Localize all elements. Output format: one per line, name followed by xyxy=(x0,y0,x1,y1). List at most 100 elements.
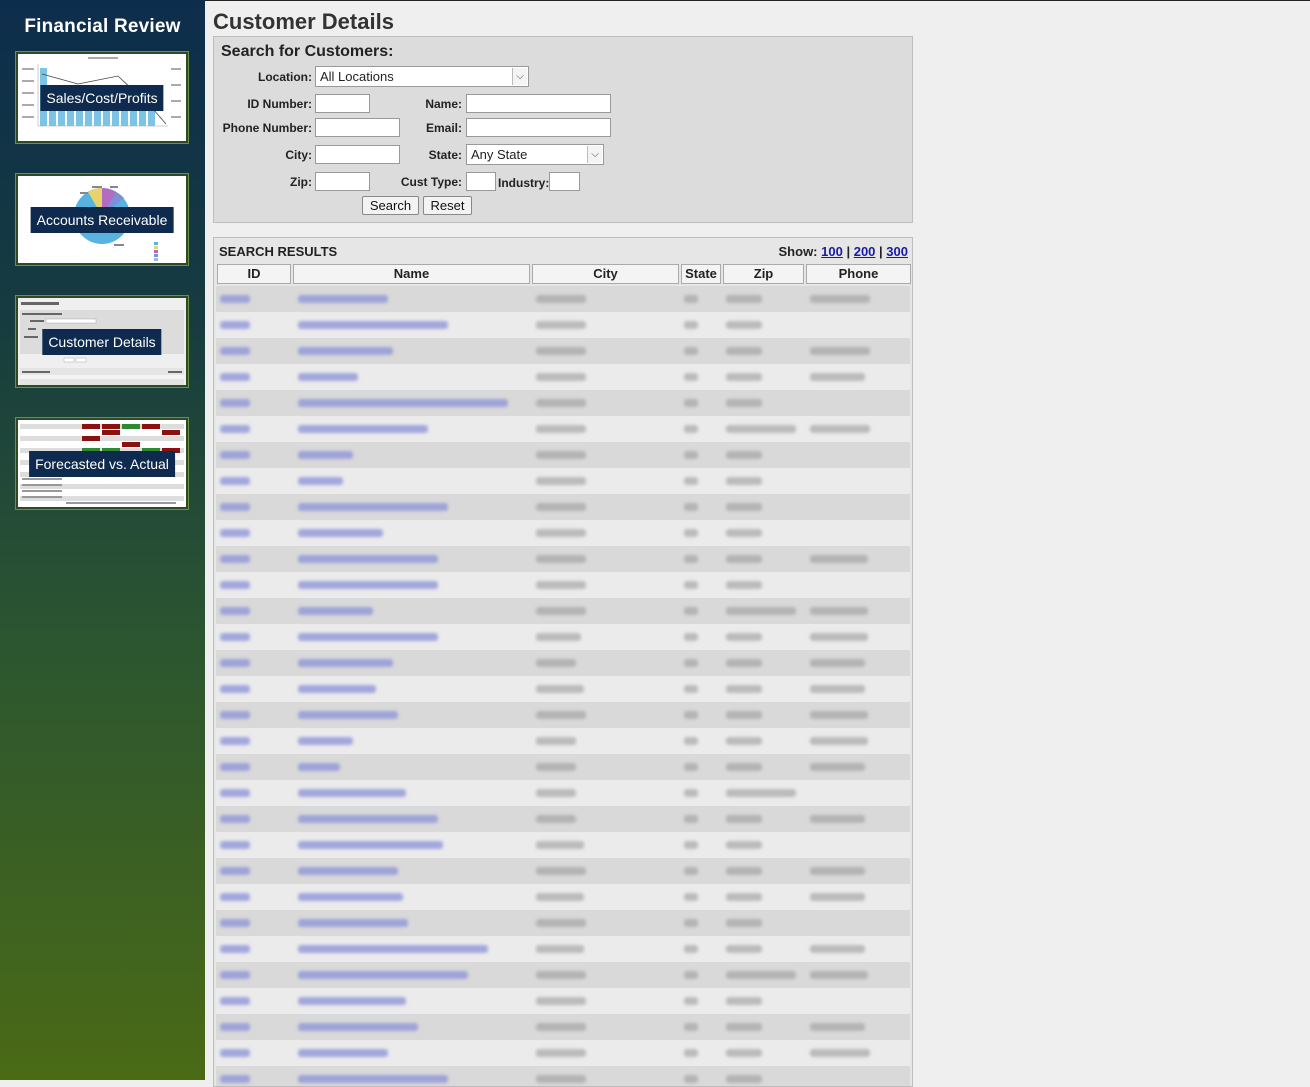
cell-id-link[interactable] xyxy=(220,789,250,797)
column-header-zip[interactable]: Zip xyxy=(723,264,804,284)
cell-id-link[interactable] xyxy=(220,1049,250,1057)
cell-name-link[interactable] xyxy=(298,919,408,927)
cell-name-link[interactable] xyxy=(298,555,438,563)
table-row[interactable] xyxy=(216,1066,910,1086)
cell-name-link[interactable] xyxy=(298,685,376,693)
cell-name-link[interactable] xyxy=(298,659,393,667)
cell-id-link[interactable] xyxy=(220,945,250,953)
cell-id-link[interactable] xyxy=(220,555,250,563)
table-row[interactable] xyxy=(216,650,910,676)
cell-name-link[interactable] xyxy=(298,1023,418,1031)
show-200-link[interactable]: 200 xyxy=(854,244,876,259)
cell-id-link[interactable] xyxy=(220,581,250,589)
cell-id-link[interactable] xyxy=(220,425,250,433)
table-row[interactable] xyxy=(216,468,910,494)
cell-name-link[interactable] xyxy=(298,425,428,433)
cell-id-link[interactable] xyxy=(220,373,250,381)
cell-name-link[interactable] xyxy=(298,893,403,901)
cell-id-link[interactable] xyxy=(220,477,250,485)
table-row[interactable] xyxy=(216,390,910,416)
cell-id-link[interactable] xyxy=(220,893,250,901)
table-row[interactable] xyxy=(216,338,910,364)
cell-id-link[interactable] xyxy=(220,763,250,771)
cell-name-link[interactable] xyxy=(298,373,358,381)
cell-name-link[interactable] xyxy=(298,763,340,771)
cell-name-link[interactable] xyxy=(298,451,353,459)
cell-name-link[interactable] xyxy=(298,503,448,511)
industry-input[interactable] xyxy=(549,172,580,191)
cell-name-link[interactable] xyxy=(298,1075,448,1083)
cell-name-link[interactable] xyxy=(298,737,353,745)
table-row[interactable] xyxy=(216,624,910,650)
table-row[interactable] xyxy=(216,442,910,468)
cell-id-link[interactable] xyxy=(220,321,250,329)
table-row[interactable] xyxy=(216,312,910,338)
email-input[interactable] xyxy=(466,118,611,137)
cell-name-link[interactable] xyxy=(298,477,343,485)
cell-id-link[interactable] xyxy=(220,659,250,667)
table-row[interactable] xyxy=(216,858,910,884)
table-row[interactable] xyxy=(216,1014,910,1040)
table-row[interactable] xyxy=(216,884,910,910)
location-select[interactable]: All Locations ⌵ xyxy=(315,66,529,87)
cust-type-input[interactable] xyxy=(466,172,496,191)
column-header-state[interactable]: State xyxy=(681,264,721,284)
cell-name-link[interactable] xyxy=(298,607,373,615)
cell-id-link[interactable] xyxy=(220,711,250,719)
table-row[interactable] xyxy=(216,702,910,728)
table-row[interactable] xyxy=(216,598,910,624)
cell-id-link[interactable] xyxy=(220,451,250,459)
zip-input[interactable] xyxy=(315,172,370,191)
table-row[interactable] xyxy=(216,832,910,858)
table-row[interactable] xyxy=(216,572,910,598)
cell-name-link[interactable] xyxy=(298,841,443,849)
table-row[interactable] xyxy=(216,806,910,832)
column-header-city[interactable]: City xyxy=(532,264,679,284)
cell-id-link[interactable] xyxy=(220,295,250,303)
cell-name-link[interactable] xyxy=(298,971,468,979)
reset-button[interactable]: Reset xyxy=(423,196,472,215)
cell-id-link[interactable] xyxy=(220,633,250,641)
cell-name-link[interactable] xyxy=(298,347,393,355)
cell-name-link[interactable] xyxy=(298,295,388,303)
table-row[interactable] xyxy=(216,728,910,754)
column-header-name[interactable]: Name xyxy=(293,264,530,284)
table-row[interactable] xyxy=(216,546,910,572)
cell-name-link[interactable] xyxy=(298,789,406,797)
cell-name-link[interactable] xyxy=(298,867,398,875)
cell-name-link[interactable] xyxy=(298,815,438,823)
show-300-link[interactable]: 300 xyxy=(886,244,908,259)
cell-id-link[interactable] xyxy=(220,685,250,693)
cell-id-link[interactable] xyxy=(220,737,250,745)
cell-name-link[interactable] xyxy=(298,581,438,589)
column-header-phone[interactable]: Phone xyxy=(806,264,911,284)
cell-id-link[interactable] xyxy=(220,971,250,979)
nav-card-accounts-receivable[interactable]: Accounts Receivable xyxy=(15,173,189,266)
cell-name-link[interactable] xyxy=(298,399,508,407)
cell-id-link[interactable] xyxy=(220,815,250,823)
table-row[interactable] xyxy=(216,494,910,520)
cell-name-link[interactable] xyxy=(298,945,488,953)
cell-id-link[interactable] xyxy=(220,347,250,355)
nav-card-forecasted-vs-actual[interactable]: Forecasted vs. Actual xyxy=(15,417,189,510)
cell-id-link[interactable] xyxy=(220,919,250,927)
table-row[interactable] xyxy=(216,1040,910,1066)
cell-id-link[interactable] xyxy=(220,867,250,875)
cell-id-link[interactable] xyxy=(220,399,250,407)
table-row[interactable] xyxy=(216,416,910,442)
id-number-input[interactable] xyxy=(315,94,370,113)
table-row[interactable] xyxy=(216,962,910,988)
cell-name-link[interactable] xyxy=(298,711,398,719)
nav-card-customer-details[interactable]: Customer Details xyxy=(15,295,189,388)
table-row[interactable] xyxy=(216,936,910,962)
table-row[interactable] xyxy=(216,286,910,312)
cell-id-link[interactable] xyxy=(220,607,250,615)
search-button[interactable]: Search xyxy=(362,196,419,215)
cell-id-link[interactable] xyxy=(220,529,250,537)
table-row[interactable] xyxy=(216,520,910,546)
table-row[interactable] xyxy=(216,988,910,1014)
cell-name-link[interactable] xyxy=(298,997,406,1005)
name-input[interactable] xyxy=(466,94,611,113)
cell-id-link[interactable] xyxy=(220,997,250,1005)
nav-card-sales-cost-profits[interactable]: Sales/Cost/Profits xyxy=(15,51,189,144)
